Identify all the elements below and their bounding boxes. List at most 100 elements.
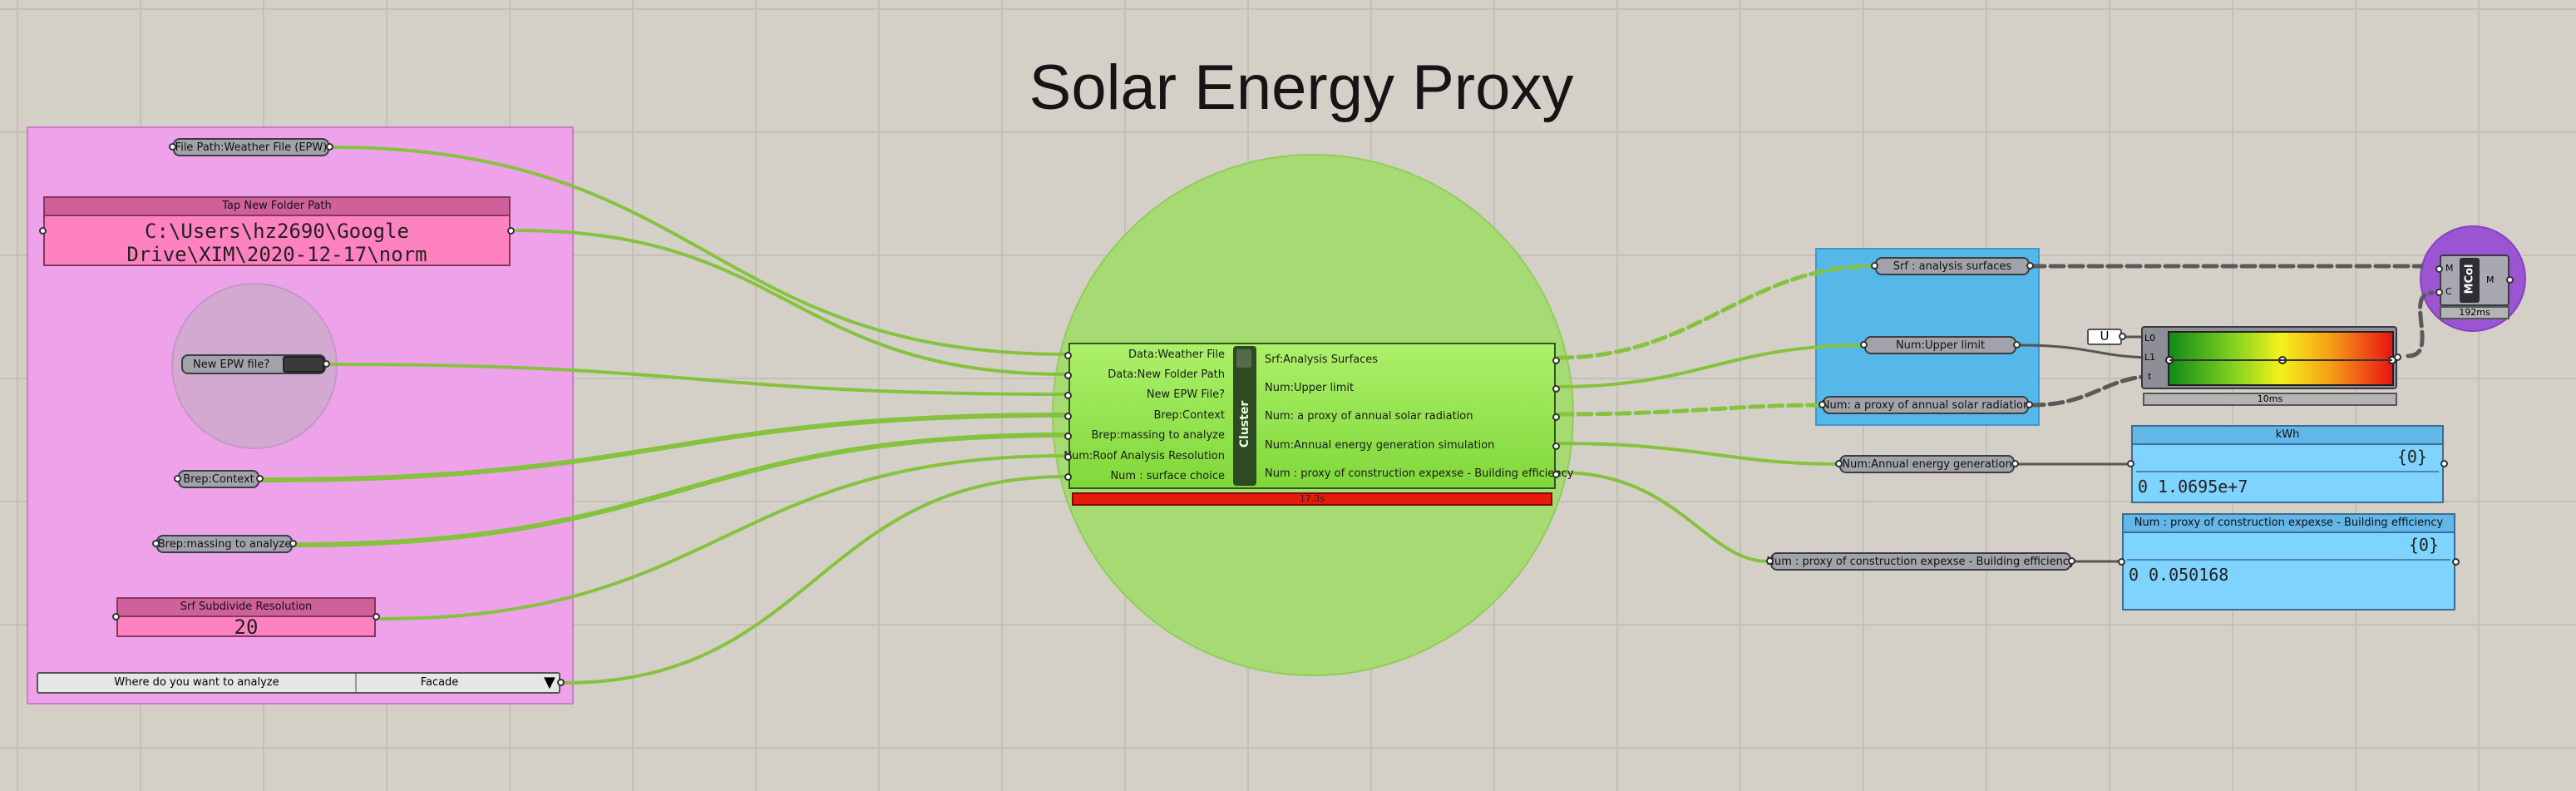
cluster-input-surface-choice[interactable]: Num : surface choice xyxy=(1110,470,1225,482)
new-epw-toggle-label: New EPW file? xyxy=(193,358,270,371)
input-grip[interactable] xyxy=(169,143,176,151)
output-grip[interactable] xyxy=(1552,385,1560,393)
mcol-component[interactable]: M C MCol M xyxy=(2435,255,2514,306)
cluster-runtime-bar: 17.3s xyxy=(1072,492,1552,506)
output-grip[interactable] xyxy=(2452,557,2460,566)
gradient-component[interactable]: L0 L1 t xyxy=(2141,326,2401,389)
file-path-param[interactable]: File Path:Weather File (EPW) xyxy=(169,138,333,156)
output-grip[interactable] xyxy=(507,227,515,235)
output-grip[interactable] xyxy=(2026,262,2034,269)
toggle-switch[interactable] xyxy=(283,356,324,373)
input-grip[interactable] xyxy=(1064,352,1072,359)
cluster-output-energy-simulation[interactable]: Num:Annual energy generation simulation xyxy=(1265,439,1494,452)
value-list-label: Where do you want to analyze xyxy=(38,674,357,692)
mcol-input-m[interactable]: M xyxy=(2445,263,2454,274)
value-list-selected[interactable]: Facade xyxy=(358,674,521,692)
new-epw-toggle[interactable]: New EPW file? xyxy=(181,354,330,374)
output-grip[interactable] xyxy=(2394,353,2401,361)
wire-energy xyxy=(1557,442,1839,466)
construction-expense-panel[interactable]: Num : proxy of construction expexse - Bu… xyxy=(2118,513,2460,611)
input-grip[interactable] xyxy=(1860,341,1868,349)
union-panel[interactable]: U xyxy=(2087,329,2126,345)
construction-expense-panel-path: {0} xyxy=(2408,535,2439,555)
upper-limit-param[interactable]: Num:Upper limit xyxy=(1860,336,2021,354)
output-grip[interactable] xyxy=(323,360,330,368)
analysis-surfaces-param[interactable]: Srf : analysis surfaces xyxy=(1871,257,2034,275)
wire-upper-limit xyxy=(1557,344,1864,388)
kwh-panel-value: 1.0695e+7 xyxy=(2158,477,2248,497)
output-grip[interactable] xyxy=(557,679,565,686)
folder-path-panel[interactable]: Tap New Folder Path C:\Users\hz2690\Goog… xyxy=(39,196,515,266)
cluster-input-resolution[interactable]: Num:Roof Analysis Resolution xyxy=(1063,450,1225,462)
output-grip[interactable] xyxy=(2013,341,2021,349)
annual-energy-param[interactable]: Num:Annual energy generation xyxy=(1835,455,2019,473)
input-grip[interactable] xyxy=(2118,557,2125,566)
input-grip[interactable] xyxy=(1835,460,1843,467)
input-grip[interactable] xyxy=(1871,262,1878,269)
cluster-output-analysis-surfaces[interactable]: Srf:Analysis Surfaces xyxy=(1265,353,1378,366)
solar-radiation-param[interactable]: Num: a proxy of annual solar radiation xyxy=(1818,396,2033,414)
output-grip[interactable] xyxy=(373,613,380,620)
gradient-bar[interactable] xyxy=(2165,331,2396,386)
context-param[interactable]: Brep:Context xyxy=(174,470,264,488)
cluster-input-folder-path[interactable]: Data:New Folder Path xyxy=(1108,368,1225,381)
construction-expense-panel-value: 0.050168 xyxy=(2149,565,2229,585)
input-grip[interactable] xyxy=(1064,413,1072,420)
kwh-panel[interactable]: kWh {0} 0 1.0695e+7 xyxy=(2127,425,2448,503)
context-param-label: Brep:Context xyxy=(183,472,254,486)
mcol-input-c[interactable]: C xyxy=(2445,286,2452,297)
construction-expense-param[interactable]: Num : proxy of construction expexse - Bu… xyxy=(1766,552,2075,571)
input-grip[interactable] xyxy=(39,227,47,235)
output-grip[interactable] xyxy=(1552,442,1560,450)
gradient-input-t[interactable]: t xyxy=(2148,371,2151,382)
input-grip[interactable] xyxy=(1064,433,1072,440)
cluster-input-weather-file[interactable]: Data:Weather File xyxy=(1128,349,1225,361)
input-grip[interactable] xyxy=(2435,265,2443,273)
input-grip[interactable] xyxy=(1064,372,1072,379)
input-grip[interactable] xyxy=(1064,453,1072,461)
cluster-input-new-epw[interactable]: New EPW File? xyxy=(1147,388,1225,401)
output-grip[interactable] xyxy=(2026,401,2033,408)
analyze-value-list[interactable]: Where do you want to analyze Facade ▼ xyxy=(37,672,565,694)
output-grip[interactable] xyxy=(326,143,333,151)
input-grip[interactable] xyxy=(174,475,181,482)
output-grip[interactable] xyxy=(2068,557,2075,565)
cluster-output-solar-radiation[interactable]: Num: a proxy of annual solar radiation xyxy=(1265,410,1473,423)
cluster-output-upper-limit[interactable]: Num:Upper limit xyxy=(1265,382,1354,394)
resolution-slider-value[interactable]: 20 xyxy=(118,617,374,637)
output-grip[interactable] xyxy=(1552,413,1560,421)
solar-cluster[interactable]: Data:Weather File Data:New Folder Path N… xyxy=(1063,343,1573,489)
output-grip[interactable] xyxy=(2440,460,2448,467)
input-grip[interactable] xyxy=(1818,401,1826,408)
output-grip[interactable] xyxy=(2506,276,2514,284)
output-grip[interactable] xyxy=(1552,471,1560,478)
cluster-input-context[interactable]: Brep:Context xyxy=(1153,409,1225,422)
construction-expense-param-label: Num : proxy of construction expexse - Bu… xyxy=(1766,555,2075,568)
resolution-slider[interactable]: Srf Subdivide Resolution 20 xyxy=(112,597,380,637)
input-grip[interactable] xyxy=(152,540,160,547)
cluster-output-construction-expense[interactable]: Num : proxy of construction expexse - Bu… xyxy=(1265,467,1573,480)
output-grip[interactable] xyxy=(256,475,264,482)
mcol-output-m[interactable]: M xyxy=(2486,274,2495,285)
cluster-input-massing[interactable]: Brep:massing to analyze xyxy=(1091,429,1225,442)
gradient-input-l1[interactable]: L1 xyxy=(2144,352,2155,363)
gradient-input-l0[interactable]: L0 xyxy=(2144,333,2155,344)
output-grip[interactable] xyxy=(2119,333,2126,340)
input-grip[interactable] xyxy=(1064,473,1072,481)
folder-path-line-2: Drive\XIM\2020-12-17\norm xyxy=(126,243,427,266)
input-grip[interactable] xyxy=(1766,557,1774,565)
output-grip[interactable] xyxy=(1552,357,1560,364)
wire-solar-radiation xyxy=(1557,403,1823,417)
wire-gradient-to-mcol xyxy=(2406,290,2435,358)
construction-expense-panel-header: Num : proxy of construction expexse - Bu… xyxy=(2124,515,2454,533)
output-grip[interactable] xyxy=(289,540,297,547)
input-grip[interactable] xyxy=(1064,392,1072,399)
input-grip[interactable] xyxy=(2127,460,2134,467)
kwh-panel-path: {0} xyxy=(2396,447,2427,467)
input-grip[interactable] xyxy=(2435,289,2443,296)
input-grip[interactable] xyxy=(112,613,120,620)
output-grip[interactable] xyxy=(2011,460,2019,467)
massing-param[interactable]: Brep:massing to analyze xyxy=(152,535,297,553)
cluster-label-bar: Cluster xyxy=(1233,346,1256,486)
dropdown-arrow-icon[interactable]: ▼ xyxy=(544,675,555,690)
